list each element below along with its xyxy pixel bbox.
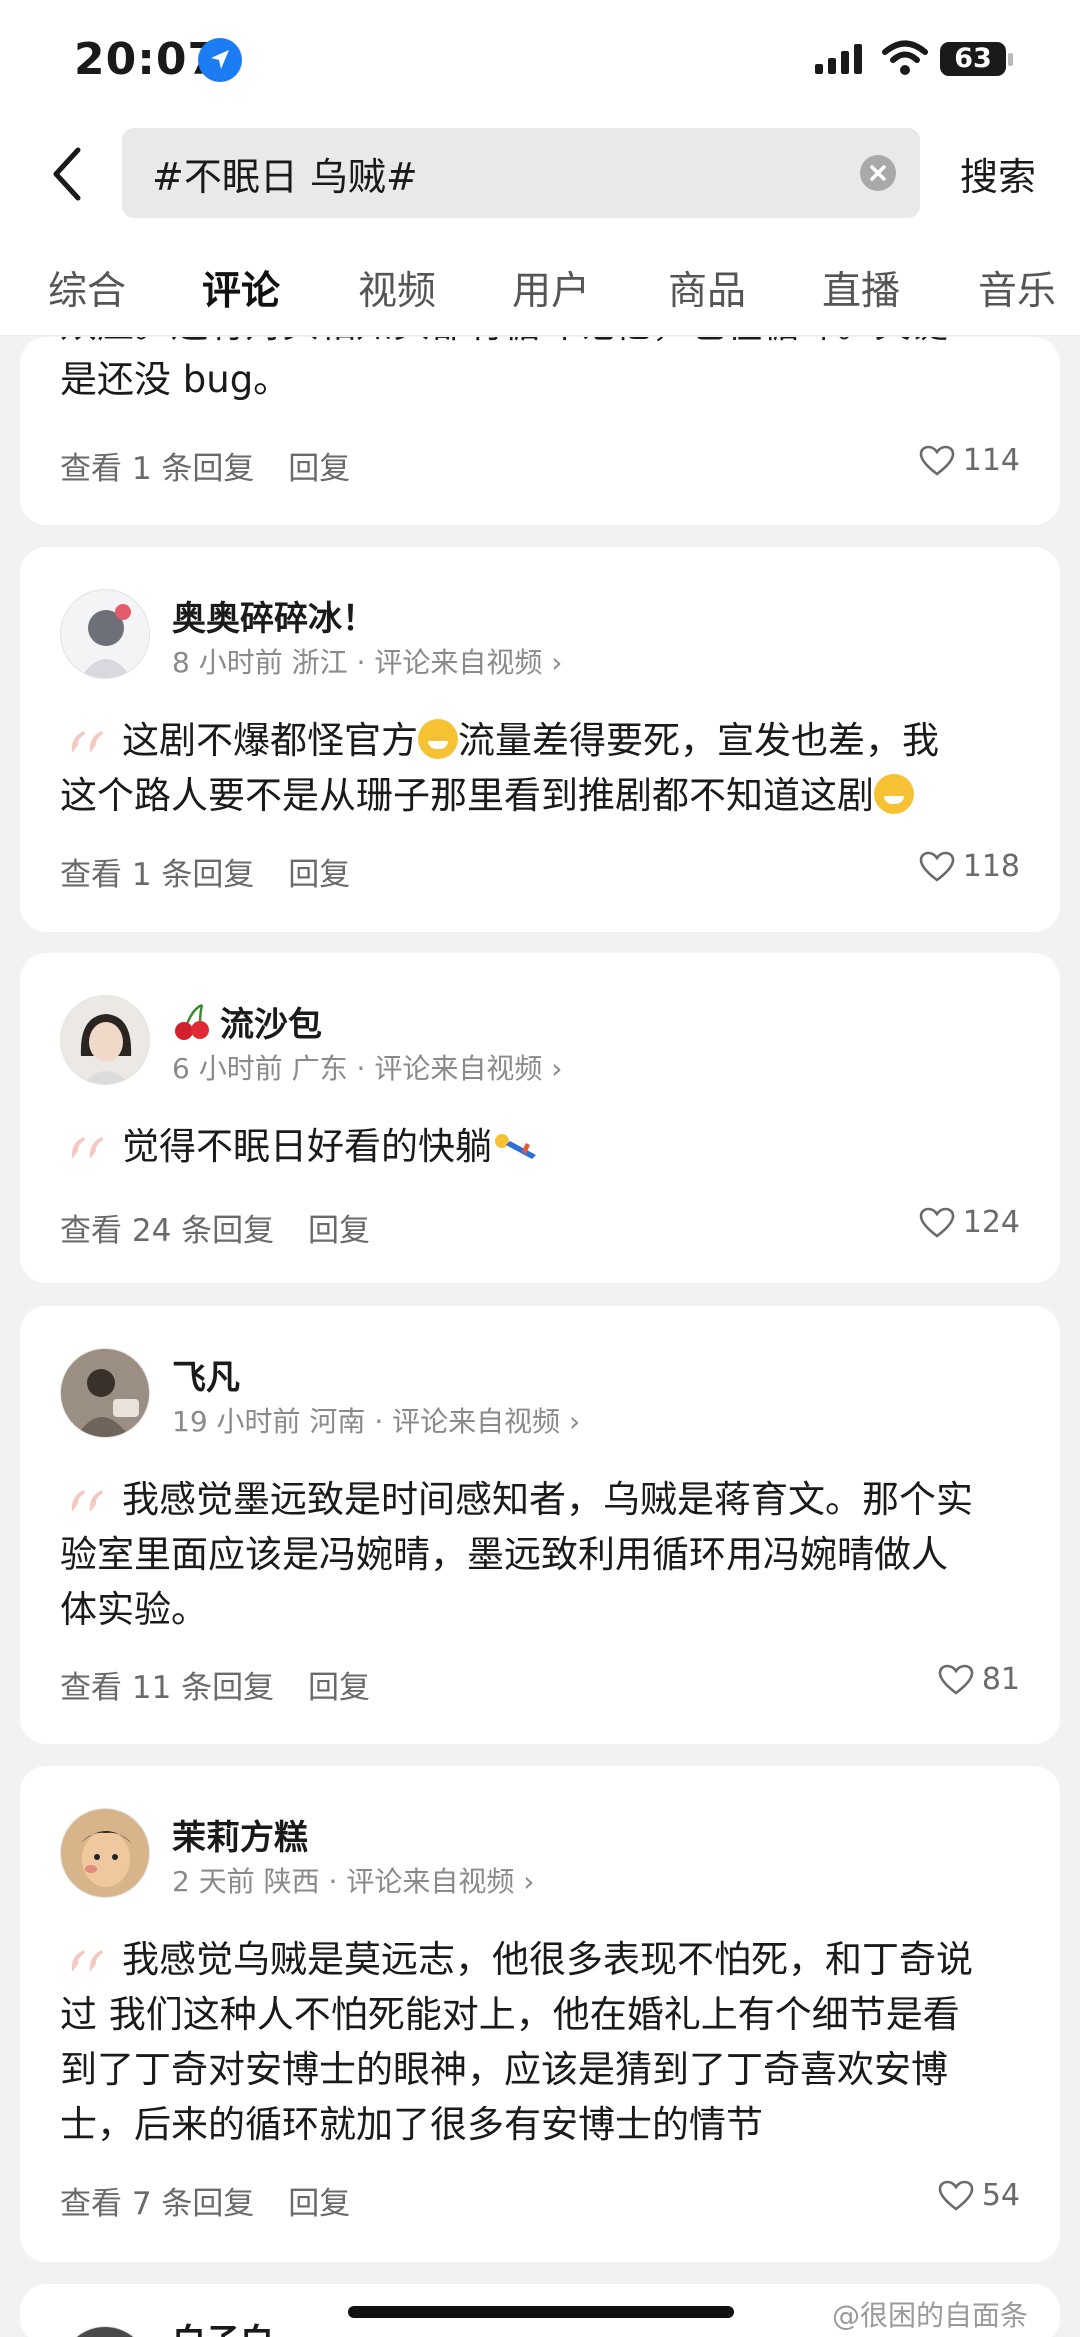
like-button[interactable]: 118: [919, 849, 1020, 884]
search-input[interactable]: #不眠日 乌贼#: [122, 128, 920, 218]
comment-text-part: 觉得不眠日好看的快躺: [122, 1125, 492, 1168]
like-count: 118: [962, 849, 1020, 884]
comment-meta[interactable]: 2 天前 陕西 · 评论来自视频 ›: [172, 1860, 534, 1900]
like-count: 124: [962, 1205, 1020, 1240]
comment-meta[interactable]: 8 小时前 浙江 · 评论来自视频 ›: [172, 641, 562, 681]
search-button[interactable]: 搜索: [960, 146, 1036, 201]
signal-icon: [815, 44, 862, 74]
reply-button[interactable]: 回复: [288, 451, 350, 487]
comment-actions: 查看 11 条回复 回复: [60, 1662, 394, 1707]
view-replies-link[interactable]: 查看 1 条回复: [60, 451, 254, 487]
grin-emoji-icon: [874, 774, 914, 814]
cherry-emoji-icon: [175, 1003, 209, 1040]
tab-videos[interactable]: 视频: [358, 260, 436, 316]
comment-text: 双应。还有对头相知头都有循环记忆，也在循环。关键 是还没 bug。: [60, 337, 1020, 407]
comment-meta-text: 6 小时前 广东 · 评论来自视频: [172, 1052, 543, 1085]
comment-text: 我感觉乌贼是莫远志，他很多表现不怕死，和丁奇说 过 我们这种人不怕死能对上，他在…: [60, 1932, 1020, 2152]
like-button[interactable]: 114: [919, 443, 1020, 478]
tab-live[interactable]: 直播: [822, 260, 900, 316]
location-arrow-icon: [198, 38, 242, 82]
heart-icon: [919, 445, 955, 476]
comment-text-part: 这个路人要不是从珊子那里看到推剧都不知道这剧: [60, 774, 874, 817]
comment-actions: 查看 1 条回复 回复: [60, 443, 374, 488]
battery-cap: [1008, 53, 1013, 66]
reply-button[interactable]: 回复: [288, 857, 350, 893]
heart-icon: [938, 1664, 974, 1695]
username: 流沙包: [220, 1005, 322, 1045]
avatar[interactable]: [60, 589, 150, 679]
comment-line: 是还没 bug。: [60, 358, 291, 401]
avatar[interactable]: [60, 1808, 150, 1898]
tab-comprehensive[interactable]: 综合: [48, 260, 126, 316]
comment-card: 茉莉方糕 2 天前 陕西 · 评论来自视频 › 我感觉乌贼是莫远志，他很多表现不…: [20, 1766, 1060, 2262]
like-button[interactable]: 54: [938, 2178, 1020, 2213]
lying-down-emoji-icon: [495, 1134, 536, 1159]
comment-meta-text: 8 小时前 浙江 · 评论来自视频: [172, 646, 543, 679]
comment-card: 飞凡 19 小时前 河南 · 评论来自视频 › 我感觉墨远致是时间感知者，乌贼是…: [20, 1306, 1060, 1744]
comment-line: 我感觉墨远致是时间感知者，乌贼是蒋育文。那个实: [122, 1478, 973, 1521]
comment-actions: 查看 24 条回复 回复: [60, 1205, 394, 1250]
wifi-icon: [882, 40, 928, 75]
tab-comments[interactable]: 评论: [202, 260, 280, 316]
watermark: @很困的自面条: [832, 2299, 1029, 2332]
avatar[interactable]: [60, 2326, 150, 2337]
status-bar: 20:07 63: [0, 0, 1080, 120]
view-replies-link[interactable]: 查看 24 条回复: [60, 1213, 274, 1249]
like-count: 54: [981, 2178, 1020, 2213]
comment-meta-text: 2 天前 陕西 · 评论来自视频: [172, 1865, 515, 1898]
comment-actions: 查看 1 条回复 回复: [60, 849, 374, 894]
tab-products[interactable]: 商品: [668, 260, 746, 316]
comment-meta[interactable]: 19 小时前 河南 · 评论来自视频 ›: [172, 1400, 580, 1440]
comment-card-partial: 双应。还有对头相知头都有循环记忆，也在循环。关键 是还没 bug。 查看 1 条…: [20, 337, 1060, 525]
username-row[interactable]: 流沙包: [172, 997, 322, 1046]
comment-actions: 查看 7 条回复 回复: [60, 2178, 374, 2223]
comment-text: 觉得不眠日好看的快躺: [60, 1119, 1020, 1174]
username[interactable]: 白子白: [172, 2314, 274, 2337]
comment-card: 奥奥碎碎冰！ 8 小时前 浙江 · 评论来自视频 › 这剧不爆都怪官方 流量差得要…: [20, 547, 1060, 932]
comment-line: 体实验。: [60, 1588, 208, 1631]
comment-card: 流沙包 6 小时前 广东 · 评论来自视频 › 觉得不眠日好看的快躺 查看 24…: [20, 953, 1060, 1283]
comment-line: 士，后来的循环就加了很多有安博士的情节: [60, 2103, 763, 2146]
view-replies-link[interactable]: 查看 11 条回复: [60, 1670, 274, 1706]
comment-text: 这剧不爆都怪官方 流量差得要死，宣发也差，我 这个路人要不是从珊子那里看到推剧都不…: [60, 713, 1020, 823]
comment-text-part: 这剧不爆都怪官方: [122, 719, 418, 762]
like-button[interactable]: 81: [938, 1662, 1020, 1697]
search-query: #不眠日 乌贼#: [152, 155, 418, 199]
like-count: 114: [962, 443, 1020, 478]
grin-emoji-icon: [418, 719, 458, 759]
avatar[interactable]: [60, 995, 150, 1085]
comment-line: 过 我们这种人不怕死能对上，他在婚礼上有个细节是看: [60, 1993, 960, 2036]
heart-icon: [919, 851, 955, 882]
back-arrow-icon[interactable]: [44, 144, 94, 204]
comment-line: 我感觉乌贼是莫远志，他很多表现不怕死，和丁奇说: [122, 1938, 973, 1981]
avatar[interactable]: [60, 1348, 150, 1438]
comment-line: 到了丁奇对安博士的眼神，应该是猜到了丁奇喜欢安博: [60, 2048, 948, 2091]
comment-meta[interactable]: 6 小时前 广东 · 评论来自视频 ›: [172, 1047, 562, 1087]
clear-icon[interactable]: [860, 155, 896, 191]
like-button[interactable]: 124: [919, 1205, 1020, 1240]
tab-users[interactable]: 用户: [512, 260, 590, 316]
comment-meta-text: 19 小时前 河南 · 评论来自视频: [172, 1405, 561, 1438]
comment-text: 我感觉墨远致是时间感知者，乌贼是蒋育文。那个实 验室里面应该是冯婉晴，墨远致利用…: [60, 1472, 1020, 1637]
view-replies-link[interactable]: 查看 7 条回复: [60, 2186, 254, 2222]
username[interactable]: 茉莉方糕: [172, 1810, 308, 1859]
reply-button[interactable]: 回复: [288, 2186, 350, 2222]
battery-icon: 63: [940, 42, 1006, 76]
search-header: #不眠日 乌贼# 搜索: [0, 120, 1080, 238]
reply-button[interactable]: 回复: [308, 1213, 370, 1249]
comment-line: 双应。还有对头相知头都有循环记忆，也在循环。关键: [60, 337, 1020, 352]
tab-music[interactable]: 音乐: [978, 260, 1056, 316]
like-count: 81: [981, 1662, 1020, 1697]
search-tabs: 综合 评论 视频 用户 商品 直播 音乐: [0, 238, 1080, 336]
comment-line: 验室里面应该是冯婉晴，墨远致利用循环用冯婉晴做人: [60, 1533, 948, 1576]
home-indicator[interactable]: [348, 2306, 734, 2318]
heart-icon: [938, 2180, 974, 2211]
username[interactable]: 飞凡: [172, 1350, 240, 1399]
reply-button[interactable]: 回复: [308, 1670, 370, 1706]
username[interactable]: 奥奥碎碎冰！: [172, 591, 376, 640]
comment-text-part: 流量差得要死，宣发也差，我: [458, 719, 939, 762]
view-replies-link[interactable]: 查看 1 条回复: [60, 857, 254, 893]
heart-icon: [919, 1207, 955, 1238]
